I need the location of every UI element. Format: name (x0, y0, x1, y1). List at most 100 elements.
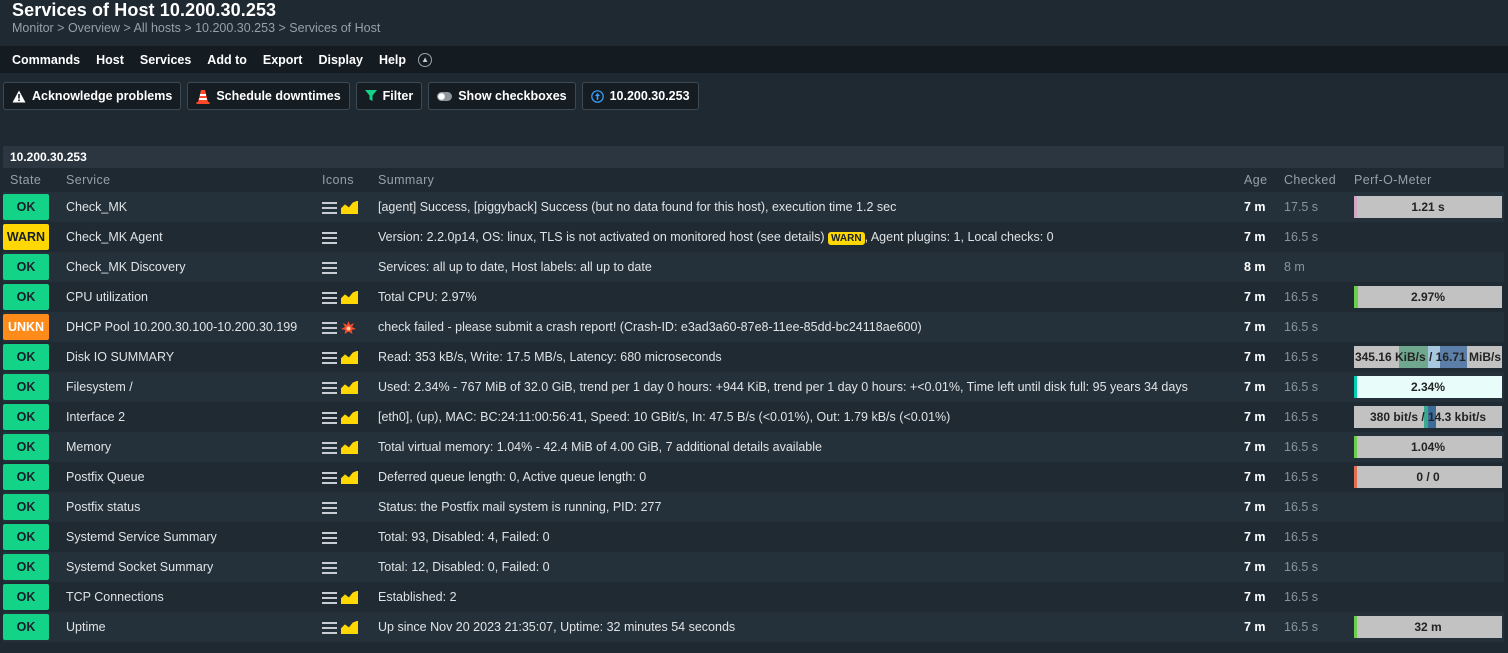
graph-icon[interactable] (341, 200, 358, 214)
summary-text: Status: the Postfix mail system is runni… (378, 500, 662, 514)
col-age[interactable]: Age (1244, 168, 1284, 192)
menu-icon[interactable] (322, 561, 337, 574)
state-badge[interactable]: OK (3, 494, 49, 520)
state-cell: OK (3, 612, 56, 642)
menu-help[interactable]: Help (371, 53, 414, 67)
state-badge[interactable]: OK (3, 254, 49, 280)
service-name[interactable]: Check_MK Discovery (56, 252, 322, 282)
state-badge[interactable]: OK (3, 194, 49, 220)
breadcrumb-overview[interactable]: Overview (68, 21, 120, 35)
perf-o-meter[interactable]: 1.04% (1354, 436, 1502, 458)
menu-services[interactable]: Services (132, 53, 199, 67)
perf-o-meter[interactable]: 1.21 s (1354, 196, 1502, 218)
perf-o-meter[interactable]: 380 bit/s / 14.3 kbit/s (1354, 406, 1502, 428)
col-service[interactable]: Service (56, 168, 322, 192)
service-name[interactable]: Systemd Service Summary (56, 522, 322, 552)
service-name[interactable]: TCP Connections (56, 582, 322, 612)
summary-text: Total: 12, Disabled: 0, Failed: 0 (378, 560, 550, 574)
summary-text: Version: 2.2.0p14, OS: linux, TLS is not… (378, 230, 825, 244)
service-name[interactable]: Filesystem / (56, 372, 322, 402)
state-badge[interactable]: OK (3, 374, 49, 400)
icons-cell (322, 612, 378, 642)
service-name[interactable]: Interface 2 (56, 402, 322, 432)
menu-icon[interactable] (322, 201, 337, 214)
service-name[interactable]: Check_MK (56, 192, 322, 222)
graph-icon[interactable] (341, 350, 358, 364)
graph-icon[interactable] (341, 470, 358, 484)
show-checkboxes-button[interactable]: Show checkboxes (428, 82, 576, 110)
state-badge[interactable]: OK (3, 554, 49, 580)
menu-icon[interactable] (322, 621, 337, 634)
service-name[interactable]: Postfix Queue (56, 462, 322, 492)
perf-o-meter[interactable]: 2.97% (1354, 286, 1502, 308)
menu-icon[interactable] (322, 411, 337, 424)
graph-icon[interactable] (341, 380, 358, 394)
menu-icon[interactable] (322, 321, 337, 334)
menu-icon[interactable] (322, 471, 337, 484)
col-state[interactable]: State (3, 168, 56, 192)
perf-o-meter[interactable]: 2.34% (1354, 376, 1502, 398)
state-badge[interactable]: OK (3, 404, 49, 430)
perf-o-meter[interactable]: 345.16 KiB/s / 16.71 MiB/s (1354, 346, 1502, 368)
collapse-menu-icon[interactable]: ▲ (418, 52, 433, 67)
service-row: OK CPU utilization Total CPU: 2.97% 7 m … (3, 282, 1504, 312)
breadcrumb-all-hosts[interactable]: All hosts (134, 21, 181, 35)
menu-icon[interactable] (322, 381, 337, 394)
state-badge[interactable]: OK (3, 284, 49, 310)
service-name[interactable]: CPU utilization (56, 282, 322, 312)
menu-icon[interactable] (322, 441, 337, 454)
col-perf-o-meter[interactable]: Perf-O-Meter (1354, 168, 1504, 192)
icons-cell (322, 312, 378, 342)
menu-export[interactable]: Export (255, 53, 311, 67)
filter-button[interactable]: Filter (355, 82, 423, 110)
acknowledge-problems-button[interactable]: Acknowledge problems (3, 82, 182, 110)
menu-icon[interactable] (322, 351, 337, 364)
state-badge[interactable]: OK (3, 434, 49, 460)
service-name[interactable]: Systemd Socket Summary (56, 552, 322, 582)
state-cell: OK (3, 192, 56, 222)
state-badge[interactable]: OK (3, 464, 49, 490)
service-name[interactable]: Disk IO SUMMARY (56, 342, 322, 372)
breadcrumb-monitor[interactable]: Monitor (12, 21, 54, 35)
state-cell: OK (3, 252, 56, 282)
menu-icon[interactable] (322, 531, 337, 544)
graph-icon[interactable] (341, 590, 358, 604)
host-group-header[interactable]: 10.200.30.253 (3, 146, 1504, 168)
menu-icon[interactable] (322, 261, 337, 274)
icons-cell (322, 282, 378, 312)
perf-o-meter[interactable]: 32 m (1354, 616, 1502, 638)
menu-host[interactable]: Host (88, 53, 132, 67)
menu-commands[interactable]: Commands (4, 53, 88, 67)
crash-icon[interactable] (341, 320, 356, 334)
state-badge[interactable]: OK (3, 344, 49, 370)
state-badge[interactable]: OK (3, 614, 49, 640)
menu-icon[interactable] (322, 501, 337, 514)
service-name[interactable]: Postfix status (56, 492, 322, 522)
host-link-button[interactable]: 10.200.30.253 (581, 82, 699, 110)
col-checked[interactable]: Checked (1284, 168, 1354, 192)
schedule-downtimes-button[interactable]: Schedule downtimes (187, 82, 350, 110)
service-name[interactable]: DHCP Pool 10.200.30.100-10.200.30.199 (56, 312, 322, 342)
graph-icon[interactable] (341, 290, 358, 304)
graph-icon[interactable] (341, 620, 358, 634)
col-summary[interactable]: Summary (378, 168, 1244, 192)
state-badge[interactable]: WARN (3, 224, 49, 250)
menu-icon[interactable] (322, 231, 337, 244)
service-name[interactable]: Uptime (56, 612, 322, 642)
state-badge[interactable]: UNKN (3, 314, 49, 340)
perf-o-meter[interactable]: 0 / 0 (1354, 466, 1502, 488)
menu-icon[interactable] (322, 591, 337, 604)
menu-icon[interactable] (322, 291, 337, 304)
service-name[interactable]: Check_MK Agent (56, 222, 322, 252)
state-badge[interactable]: OK (3, 584, 49, 610)
service-name[interactable]: Memory (56, 432, 322, 462)
state-badge[interactable]: OK (3, 524, 49, 550)
services-table: State Service Icons Summary Age Checked … (3, 168, 1504, 642)
graph-icon[interactable] (341, 410, 358, 424)
menu-add-to[interactable]: Add to (199, 53, 255, 67)
checked-value: 16.5 s (1284, 552, 1354, 582)
perf-value: 0 / 0 (1416, 470, 1440, 484)
graph-icon[interactable] (341, 440, 358, 454)
menu-display[interactable]: Display (310, 53, 370, 67)
breadcrumb-host[interactable]: 10.200.30.253 (195, 21, 275, 35)
